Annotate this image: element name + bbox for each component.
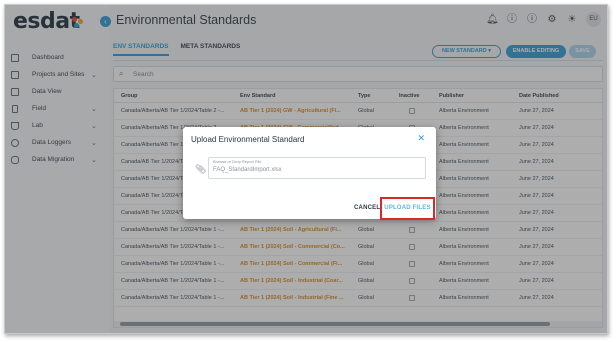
file-input-value: FAQ_StandardImport.xlsx [213, 167, 282, 173]
upload-files-button[interactable]: UPLOAD FILES [380, 197, 435, 220]
close-icon[interactable]: ✕ [417, 133, 425, 144]
file-input-label: Browse or Drop Report File [213, 159, 262, 164]
file-input[interactable]: Browse or Drop Report File FAQ_StandardI… [208, 157, 426, 179]
upload-dialog: Upload Environmental Standard ✕ 📎︎ Brows… [183, 127, 436, 220]
cancel-button[interactable]: CANCEL [354, 205, 380, 211]
app-window: esdat ‹ Dashboard Projects and Sites ⌄ D… [4, 4, 608, 334]
dialog-title: Upload Environmental Standard [191, 135, 305, 144]
paperclip-icon: 📎︎ [195, 164, 207, 174]
